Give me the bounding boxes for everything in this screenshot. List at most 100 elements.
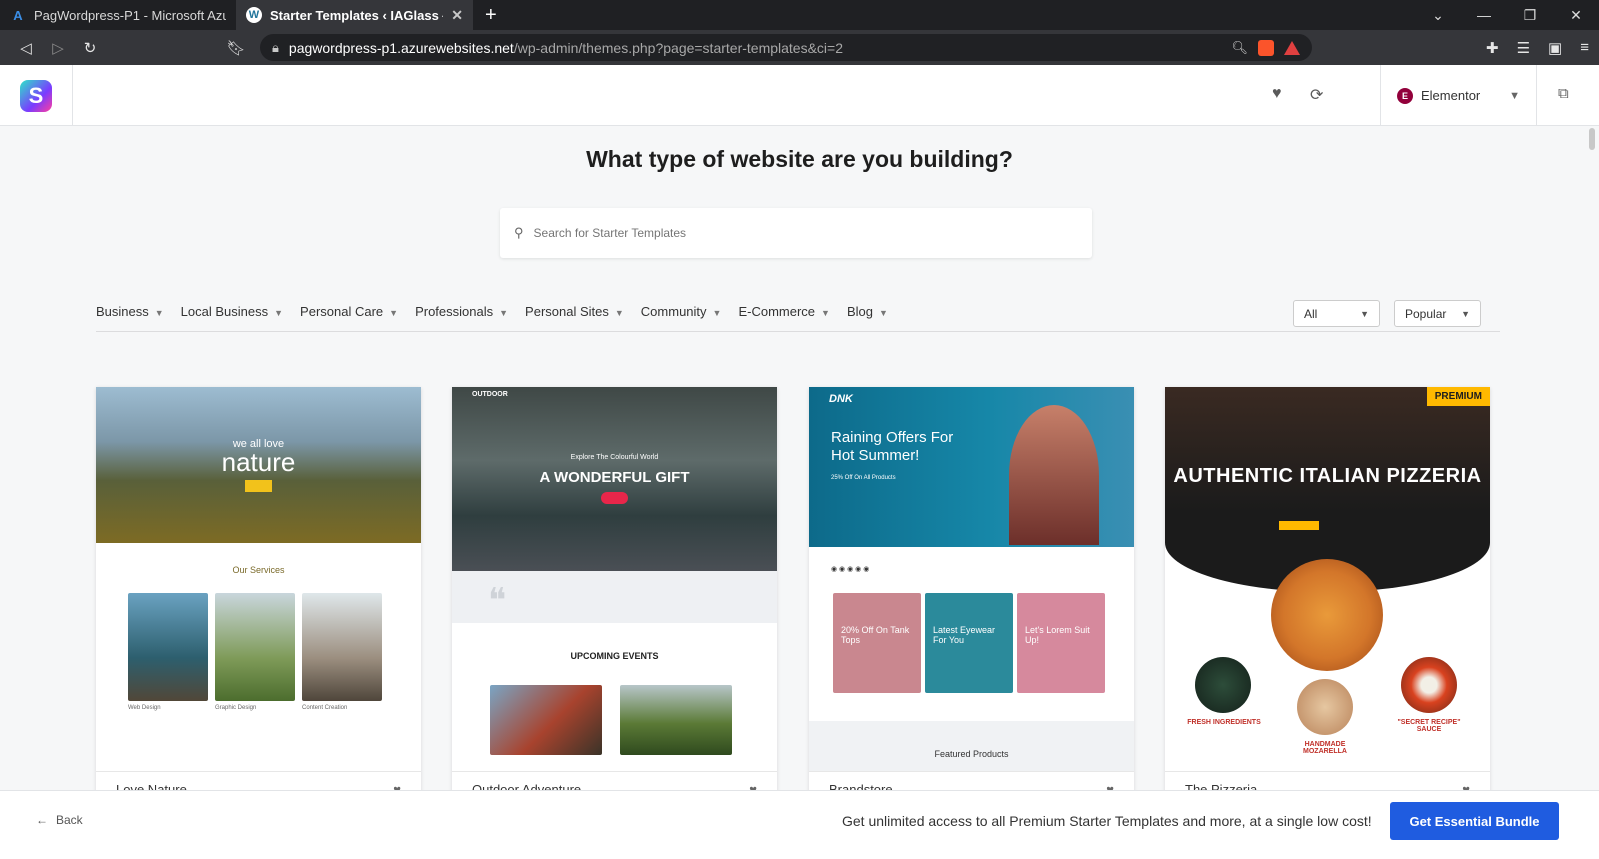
category-label: Local Business bbox=[180, 304, 269, 319]
arrow-left-icon: ← bbox=[36, 813, 48, 827]
chevron-down-icon: ▼ bbox=[1461, 308, 1470, 319]
favorites-heart-icon[interactable]: ♥ bbox=[1272, 85, 1282, 103]
category-label: Blog bbox=[846, 304, 873, 319]
service-label: Graphic Design bbox=[215, 705, 257, 711]
promo-tiles: 20% Off On Tank Tops Latest Eyewear For … bbox=[833, 593, 1105, 693]
hero-subtitle: 25% Off On All Products bbox=[831, 475, 896, 481]
brave-rewards-icon[interactable] bbox=[1284, 40, 1300, 55]
valley-thumbnail bbox=[215, 593, 295, 701]
pizza-image bbox=[1271, 559, 1383, 671]
starter-templates-logo[interactable]: S bbox=[20, 79, 52, 112]
address-bar[interactable]: 🔒︎ pagwordpress-p1.azurewebsites.net/wp-… bbox=[260, 34, 1312, 61]
section-heading: Our Services bbox=[232, 565, 285, 575]
template-name: Outdoor Adventure bbox=[472, 782, 582, 790]
brand-logo: DNK bbox=[829, 393, 853, 405]
forward-nav-icon[interactable]: ▷ bbox=[42, 39, 74, 57]
category-personal-care[interactable]: Personal Care ▼ bbox=[300, 304, 398, 319]
tab-search-icon[interactable]: ⌄ bbox=[1415, 7, 1461, 24]
card-footer: Love Nature ♥ bbox=[96, 771, 421, 790]
promo-label: Latest Eyewear For You bbox=[933, 625, 996, 645]
chevron-down-icon: ▼ bbox=[389, 308, 399, 318]
menu-icon[interactable]: ≡ bbox=[1580, 39, 1589, 57]
category-label: Business bbox=[96, 304, 149, 319]
category-label: Personal Sites bbox=[525, 304, 609, 319]
favorite-heart-icon[interactable]: ♥ bbox=[393, 782, 401, 790]
sauce-image bbox=[1401, 657, 1457, 713]
category-label: Community bbox=[640, 304, 707, 319]
category-blog[interactable]: Blog ▼ bbox=[847, 304, 888, 319]
browser-extension-tools: ✚ ☰ ▣ ≡ bbox=[1486, 39, 1589, 57]
template-card-brandstore[interactable]: DNK Raining Offers For Hot Summer! 25% O… bbox=[809, 387, 1134, 790]
chevron-down-icon: ▼ bbox=[1509, 89, 1520, 102]
sync-icon[interactable]: ⟳ bbox=[1310, 85, 1323, 105]
template-card-outdoor-adventure[interactable]: OUTDOOR Explore The Colourful World A WO… bbox=[452, 387, 777, 790]
category-community[interactable]: Community ▼ bbox=[641, 304, 722, 319]
external-link-icon[interactable]: ⧉ bbox=[1558, 85, 1569, 102]
category-business[interactable]: Business ▼ bbox=[96, 304, 164, 319]
promo-tile: Latest Eyewear For You bbox=[925, 593, 1013, 693]
template-card-the-pizzeria[interactable]: AUTHENTIC ITALIAN PIZZERIA FRESH INGREDI… bbox=[1165, 387, 1490, 790]
search-input[interactable] bbox=[533, 226, 1078, 240]
template-name: Love Nature bbox=[116, 782, 187, 790]
feature-label: "SECRET RECIPE" SAUCE bbox=[1397, 719, 1461, 733]
back-nav-icon[interactable]: ◁ bbox=[10, 39, 42, 57]
favorite-heart-icon[interactable]: ♥ bbox=[1106, 782, 1114, 790]
template-name: Brandstore bbox=[829, 782, 893, 790]
template-card-love-nature[interactable]: we all love nature Our Services Web Desi… bbox=[96, 387, 421, 790]
close-window-button[interactable]: ✕ bbox=[1553, 7, 1599, 24]
category-e-commerce[interactable]: E-Commerce ▼ bbox=[738, 304, 830, 319]
chevron-down-icon: ▼ bbox=[274, 308, 284, 318]
tab-title: PagWordpress-P1 - Microsoft Azure bbox=[34, 7, 226, 23]
service-label: Web Design bbox=[128, 705, 161, 711]
chevron-down-icon: ▼ bbox=[879, 308, 888, 318]
card-footer: Outdoor Adventure ♥ bbox=[452, 771, 777, 790]
category-local-business[interactable]: Local Business ▼ bbox=[181, 304, 283, 319]
wallet-icon[interactable]: ▣ bbox=[1548, 39, 1562, 57]
templates-main: What type of website are you building? ⚲… bbox=[0, 126, 1599, 790]
chevron-down-icon: ▼ bbox=[499, 308, 509, 318]
mozzarella-image bbox=[1297, 679, 1353, 735]
type-filter-select[interactable]: All ▼ bbox=[1293, 300, 1380, 327]
category-professionals[interactable]: Professionals ▼ bbox=[415, 304, 508, 319]
promo-tile: 20% Off On Tank Tops bbox=[833, 593, 921, 693]
zoom-icon[interactable]: 🔍︎ bbox=[1231, 40, 1248, 56]
reading-list-icon[interactable]: ☰ bbox=[1517, 39, 1530, 57]
search-icon: ⚲ bbox=[514, 225, 524, 240]
search-box: ⚲ bbox=[500, 208, 1092, 258]
hero-title: Raining Offers For Hot Summer! bbox=[831, 429, 954, 464]
browser-tab-starter-templates[interactable]: W Starter Templates ‹ IAGlass — Wo ✕ bbox=[236, 0, 473, 30]
chevron-down-icon: ▼ bbox=[1360, 308, 1369, 319]
category-label: Personal Care bbox=[300, 304, 384, 319]
reload-icon[interactable]: ↻ bbox=[74, 39, 106, 57]
bookmark-icon[interactable]: 🔖︎ bbox=[220, 39, 252, 57]
favorite-heart-icon[interactable]: ♥ bbox=[1462, 782, 1470, 790]
type-filter-value: All bbox=[1304, 306, 1318, 321]
hero-title: A WONDERFUL GIFT bbox=[539, 469, 690, 486]
premium-badge: PREMIUM bbox=[1426, 387, 1490, 406]
sort-select[interactable]: Popular ▼ bbox=[1394, 300, 1481, 327]
back-button[interactable]: ← Back bbox=[36, 813, 83, 827]
restore-button[interactable]: ❐ bbox=[1507, 7, 1553, 24]
lock-icon[interactable]: 🔒︎ bbox=[272, 40, 279, 56]
category-label: Professionals bbox=[415, 304, 494, 319]
chevron-down-icon: ▼ bbox=[614, 308, 624, 318]
minimize-button[interactable]: — bbox=[1461, 7, 1507, 24]
chevron-down-icon: ▼ bbox=[821, 308, 830, 318]
browser-tab-azure[interactable]: A PagWordpress-P1 - Microsoft Azure bbox=[0, 0, 236, 30]
trail-thumbnail bbox=[620, 685, 732, 755]
category-personal-sites[interactable]: Personal Sites ▼ bbox=[525, 304, 624, 319]
brave-shields-icon[interactable] bbox=[1258, 39, 1274, 56]
card-footer: Brandstore ♥ bbox=[809, 771, 1134, 790]
close-tab-icon[interactable]: ✕ bbox=[451, 7, 463, 24]
extensions-icon[interactable]: ✚ bbox=[1486, 39, 1499, 57]
favorite-heart-icon[interactable]: ♥ bbox=[749, 782, 757, 790]
template-grid: we all love nature Our Services Web Desi… bbox=[96, 387, 1500, 790]
page-builder-select[interactable]: E Elementor ▼ bbox=[1380, 65, 1537, 126]
starter-templates-header: S ♥ ⟳ E Elementor ▼ ⧉ bbox=[0, 65, 1599, 126]
chevron-down-icon: ▼ bbox=[712, 308, 722, 318]
logo-placeholder: ◉ ◉ ◉ ◉ ◉ bbox=[831, 566, 870, 573]
get-essential-bundle-button[interactable]: Get Essential Bundle bbox=[1390, 802, 1559, 840]
new-tab-button[interactable]: + bbox=[473, 4, 509, 27]
quote-icon: ❝ bbox=[488, 582, 507, 620]
url-text: pagwordpress-p1.azurewebsites.net/wp-adm… bbox=[289, 40, 1222, 56]
